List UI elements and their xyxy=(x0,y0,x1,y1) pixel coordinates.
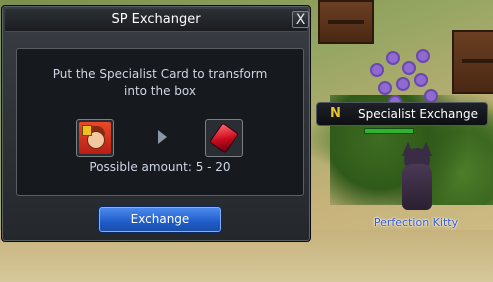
specialist-card-slot[interactable] xyxy=(76,119,114,157)
red-gem-icon xyxy=(208,122,240,154)
dialog-title: SP Exchanger xyxy=(111,12,201,27)
exchange-button[interactable]: Exchange xyxy=(98,206,222,233)
player-character[interactable] xyxy=(388,142,448,214)
close-button[interactable]: X xyxy=(292,11,309,28)
npc-shop-tag[interactable]: N Specialist Exchange xyxy=(316,102,488,126)
instruction-text: Put the Specialist Card to transform int… xyxy=(52,67,268,98)
npc-shop-label: Specialist Exchange xyxy=(358,107,478,121)
npc-health-bar xyxy=(364,128,414,134)
exchange-button-label: Exchange xyxy=(130,212,190,226)
result-box-slot[interactable] xyxy=(205,119,243,157)
specialist-card-icon xyxy=(79,122,111,154)
exchange-panel: Put the Specialist Card to transform int… xyxy=(16,48,304,196)
character-name: Perfection Kitty xyxy=(373,216,459,229)
wooden-crate xyxy=(318,0,374,44)
npc-badge: N xyxy=(330,106,341,121)
possible-amount-text: Possible amount: 5 - 20 xyxy=(89,160,231,174)
dialog-titlebar[interactable]: SP Exchanger X xyxy=(5,9,309,32)
sp-exchanger-dialog: SP Exchanger X Put the Specialist Card t… xyxy=(1,5,311,242)
wooden-crate xyxy=(452,30,493,94)
arrow-right-icon xyxy=(158,130,167,144)
